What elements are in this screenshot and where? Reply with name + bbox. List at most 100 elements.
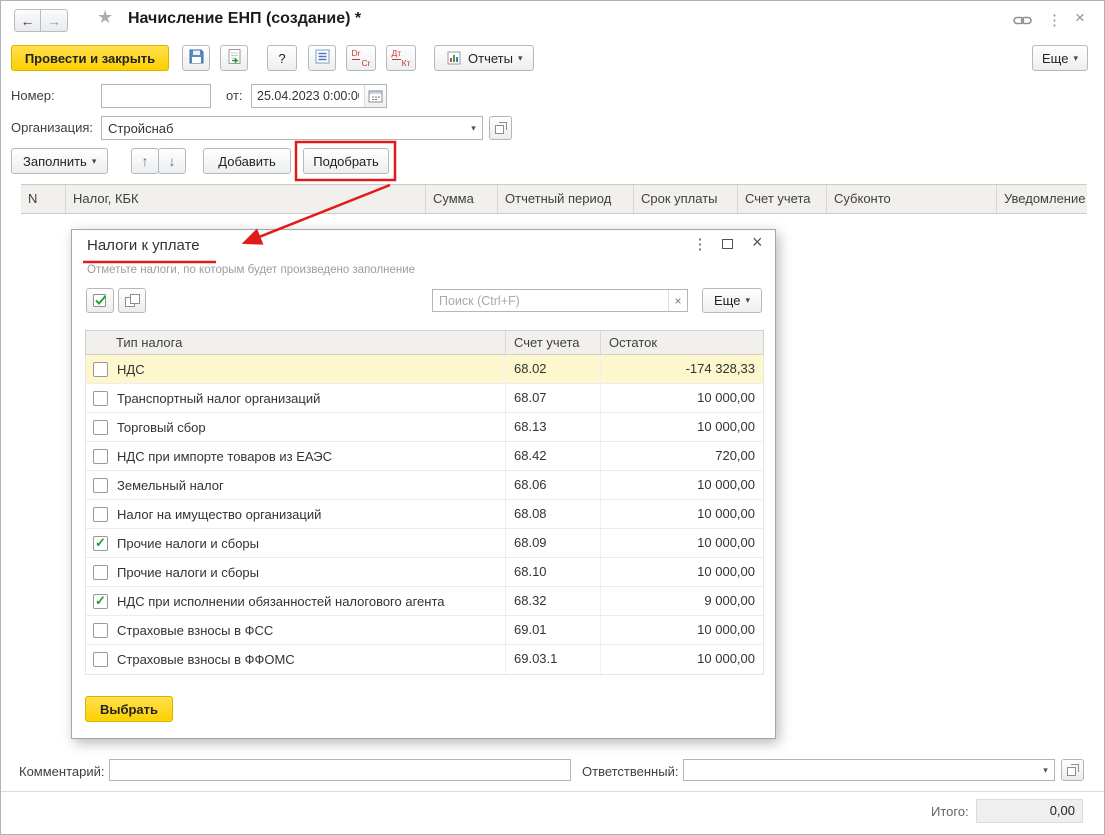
tax-row[interactable]: Страховые взносы в ФСС 69.01 10 000,00 <box>86 616 763 645</box>
post-button[interactable] <box>220 45 248 71</box>
tax-row[interactable]: Налог на имущество организаций 68.08 10 … <box>86 500 763 529</box>
tax-row[interactable]: Торговый сбор 68.13 10 000,00 <box>86 413 763 442</box>
tax-checkbox[interactable] <box>93 593 108 609</box>
column-header-subconto[interactable]: Субконто <box>827 185 997 213</box>
tax-balance: -174 328,33 <box>685 361 755 376</box>
favorite-star-icon[interactable]: ★ <box>97 7 113 28</box>
reports-label: Отчеты <box>468 50 513 66</box>
kebab-menu-icon[interactable]: ⋮ <box>1047 11 1062 29</box>
calendar-button[interactable] <box>364 85 386 107</box>
save-button[interactable] <box>182 45 210 71</box>
organization-input[interactable] <box>102 117 465 139</box>
tax-account: 68.02 <box>506 355 601 383</box>
total-value: 0,00 <box>976 799 1083 823</box>
dialog-maximize-button[interactable] <box>722 239 733 249</box>
tax-checkbox[interactable] <box>93 622 108 638</box>
forward-button[interactable]: → <box>41 9 68 32</box>
journal-button[interactable] <box>308 45 336 71</box>
column-header-period[interactable]: Отчетный период <box>498 185 634 213</box>
tax-row[interactable]: Транспортный налог организаций 68.07 10 … <box>86 384 763 413</box>
tax-row[interactable]: Прочие налоги и сборы 68.09 10 000,00 <box>86 529 763 558</box>
post-and-close-button[interactable]: Провести и закрыть <box>11 45 169 71</box>
column-header-n[interactable]: N <box>21 185 66 213</box>
tax-checkbox[interactable] <box>93 419 108 435</box>
column-header-sum[interactable]: Сумма <box>426 185 498 213</box>
comment-label: Комментарий: <box>19 764 105 779</box>
tax-account: 68.10 <box>506 558 601 586</box>
column-header-account[interactable]: Счет учета <box>738 185 827 213</box>
fill-button[interactable]: Заполнить ▾ <box>11 148 109 174</box>
calendar-icon <box>368 89 383 103</box>
tax-checkbox[interactable] <box>93 506 108 522</box>
column-header-tax-type[interactable]: Тип налога <box>86 331 506 354</box>
tax-name: Транспортный налог организаций <box>117 390 321 406</box>
dialog-kebab-menu-icon[interactable]: ⋮ <box>692 235 708 253</box>
date-input[interactable] <box>252 85 364 107</box>
main-table-header: N Налог, КБК Сумма Отчетный период Срок … <box>21 184 1087 214</box>
tax-balance: 10 000,00 <box>697 622 755 637</box>
responsible-dropdown-icon[interactable]: ▾ <box>1037 760 1054 780</box>
tax-name: Торговый сбор <box>117 419 206 435</box>
tax-balance: 10 000,00 <box>697 419 755 434</box>
select-button[interactable]: Выбрать <box>85 696 173 722</box>
search-clear-button[interactable]: × <box>668 290 687 311</box>
tax-row[interactable]: НДС при импорте товаров из ЕАЭС 68.42 72… <box>86 442 763 471</box>
more-label: Еще <box>1042 50 1069 66</box>
date-label: от: <box>226 88 243 103</box>
comment-input[interactable] <box>109 759 571 781</box>
column-header-due-date[interactable]: Срок уплаты <box>634 185 738 213</box>
search-input[interactable] <box>433 290 668 311</box>
move-up-button[interactable]: ↑ <box>131 148 159 174</box>
reports-button[interactable]: Отчеты ▾ <box>434 45 535 71</box>
help-button[interactable]: ? <box>267 45 297 71</box>
number-input[interactable] <box>101 84 211 108</box>
tax-account: 68.13 <box>506 413 601 441</box>
tax-row[interactable]: НДС 68.02 -174 328,33 <box>86 355 763 384</box>
organization-open-button[interactable] <box>489 116 512 140</box>
window-close-button[interactable]: × <box>1075 8 1085 28</box>
link-icon[interactable] <box>1013 14 1032 30</box>
number-label: Номер: <box>11 88 55 103</box>
tax-checkbox[interactable] <box>93 652 108 667</box>
tax-balance: 9 000,00 <box>704 593 755 608</box>
column-header-tax-kbk[interactable]: Налог, КБК <box>66 185 426 213</box>
move-down-button[interactable]: ↓ <box>158 148 186 174</box>
back-button[interactable]: ← <box>14 9 41 32</box>
maximize-icon <box>722 239 733 249</box>
column-header-notification[interactable]: Уведомление <box>997 185 1087 213</box>
pick-button[interactable]: Подобрать <box>303 148 389 174</box>
responsible-open-button[interactable] <box>1061 759 1084 781</box>
dropdown-icon: ▾ <box>745 295 750 305</box>
tax-checkbox[interactable] <box>93 535 108 551</box>
uncheck-all-button[interactable] <box>118 288 146 313</box>
dt-kt-button[interactable]: Дт Кт <box>386 45 416 71</box>
dialog-table-body: НДС 68.02 -174 328,33 Транспортный налог… <box>85 355 764 675</box>
dialog-table-header: Тип налога Счет учета Остаток <box>85 330 764 355</box>
dr-cr-button[interactable]: Dr Cr <box>346 45 376 71</box>
column-header-tax-account[interactable]: Счет учета <box>506 331 601 354</box>
tax-checkbox[interactable] <box>93 564 108 580</box>
date-field <box>251 84 387 108</box>
tax-account: 68.42 <box>506 442 601 470</box>
responsible-input[interactable] <box>684 760 1037 780</box>
tax-row[interactable]: Земельный налог 68.06 10 000,00 <box>86 471 763 500</box>
check-all-button[interactable] <box>86 288 114 313</box>
total-label: Итого: <box>931 804 969 819</box>
column-header-balance[interactable]: Остаток <box>601 331 763 354</box>
organization-dropdown-icon[interactable]: ▾ <box>465 117 482 139</box>
tax-checkbox[interactable] <box>93 477 108 493</box>
tax-row[interactable]: НДС при исполнении обязанностей налогово… <box>86 587 763 616</box>
tax-checkbox[interactable] <box>93 361 108 377</box>
responsible-label: Ответственный: <box>582 764 679 779</box>
dialog-close-button[interactable]: × <box>752 232 763 253</box>
tax-checkbox[interactable] <box>93 448 108 464</box>
add-button[interactable]: Добавить <box>203 148 291 174</box>
open-icon <box>494 121 508 135</box>
more-button[interactable]: Еще ▾ <box>1032 45 1088 71</box>
tax-row[interactable]: Прочие налоги и сборы 68.10 10 000,00 <box>86 558 763 587</box>
tax-checkbox[interactable] <box>93 390 108 406</box>
tax-row[interactable]: Страховые взносы в ФФОМС 69.03.1 10 000,… <box>86 645 763 674</box>
dialog-title: Налоги к уплате <box>87 237 200 254</box>
dialog-more-button[interactable]: Еще ▾ <box>702 288 762 313</box>
tax-balance: 10 000,00 <box>697 651 755 666</box>
